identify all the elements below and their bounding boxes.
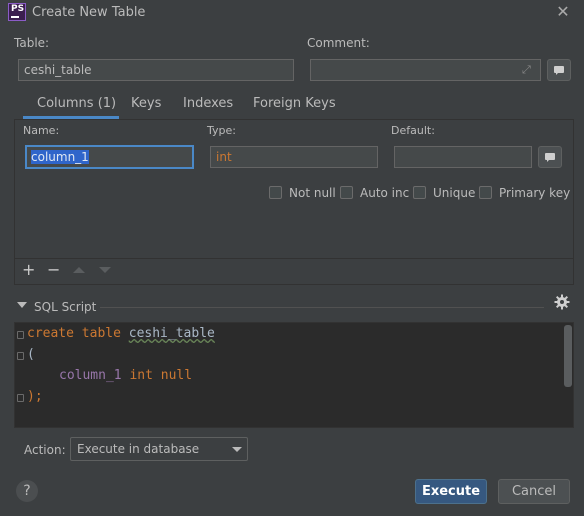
action-label: Action:	[24, 443, 66, 457]
speech-bubble-icon	[554, 66, 564, 75]
section-divider	[100, 307, 544, 308]
column-default-input[interactable]	[394, 146, 532, 168]
gear-icon[interactable]	[554, 294, 570, 310]
comment-label: Comment:	[307, 36, 370, 50]
column-name-value: column_1	[31, 150, 89, 164]
code-line-3: column_1 int null	[59, 368, 192, 383]
expand-icon[interactable]: ⤢	[522, 63, 531, 77]
primary-key-checkbox[interactable]	[479, 186, 492, 199]
tab-keys[interactable]: Keys	[131, 96, 161, 118]
auto-inc-checkbox[interactable]	[340, 186, 353, 199]
editor-scrollbar[interactable]	[564, 325, 572, 387]
help-button[interactable]: ?	[16, 480, 38, 502]
code-identifier: ceshi_table	[128, 326, 215, 341]
app-logo-icon: PS	[8, 3, 26, 21]
tab-indexes[interactable]: Indexes	[183, 96, 233, 118]
window-title: Create New Table	[32, 5, 146, 20]
unique-label: Unique	[433, 186, 476, 200]
table-name-input[interactable]: ceshi_table	[18, 59, 294, 81]
column-type-label: Type:	[207, 124, 236, 137]
sql-script-title: SQL Script	[34, 300, 97, 314]
comment-edit-button[interactable]	[547, 59, 571, 81]
collapse-chevron-icon[interactable]	[17, 302, 27, 308]
tab-columns[interactable]: Columns (1)	[37, 96, 116, 118]
add-column-icon[interactable]: +	[22, 262, 35, 278]
not-null-label: Not null	[289, 186, 336, 200]
column-name-label: Name:	[23, 124, 60, 137]
unique-checkbox[interactable]	[413, 186, 426, 199]
not-null-checkbox[interactable]	[269, 186, 282, 199]
fold-marker-icon[interactable]	[17, 352, 24, 360]
execute-button[interactable]: Execute	[415, 479, 487, 504]
cancel-button[interactable]: Cancel	[498, 479, 570, 504]
action-select-value: Execute in database	[77, 442, 200, 456]
app-logo-text: PS	[11, 4, 25, 14]
primary-key-label: Primary key	[499, 186, 571, 200]
column-default-label: Default:	[391, 124, 435, 137]
table-label: Table:	[14, 36, 50, 50]
code-line-1: create table ceshi_table	[27, 326, 215, 341]
column-type-input[interactable]: int	[210, 146, 378, 168]
move-down-icon[interactable]	[99, 267, 111, 273]
tab-foreign-keys[interactable]: Foreign Keys	[253, 96, 336, 118]
code-line-4: );	[27, 389, 43, 404]
code-line-2: (	[27, 347, 35, 362]
default-edit-button[interactable]	[538, 146, 562, 168]
move-up-icon[interactable]	[73, 267, 85, 273]
code-column: column_1	[59, 368, 122, 383]
remove-column-icon[interactable]: −	[47, 262, 60, 278]
column-name-input[interactable]: column_1	[25, 145, 194, 169]
auto-inc-label: Auto inc	[360, 186, 410, 200]
comment-input[interactable]	[310, 59, 541, 81]
speech-bubble-icon	[545, 153, 555, 162]
fold-marker-icon[interactable]	[17, 394, 24, 402]
fold-marker-icon[interactable]	[17, 331, 24, 339]
chevron-down-icon	[232, 447, 242, 452]
code-keyword: create table	[27, 326, 121, 341]
close-icon[interactable]: ✕	[553, 2, 573, 22]
code-keyword: int null	[129, 368, 193, 383]
